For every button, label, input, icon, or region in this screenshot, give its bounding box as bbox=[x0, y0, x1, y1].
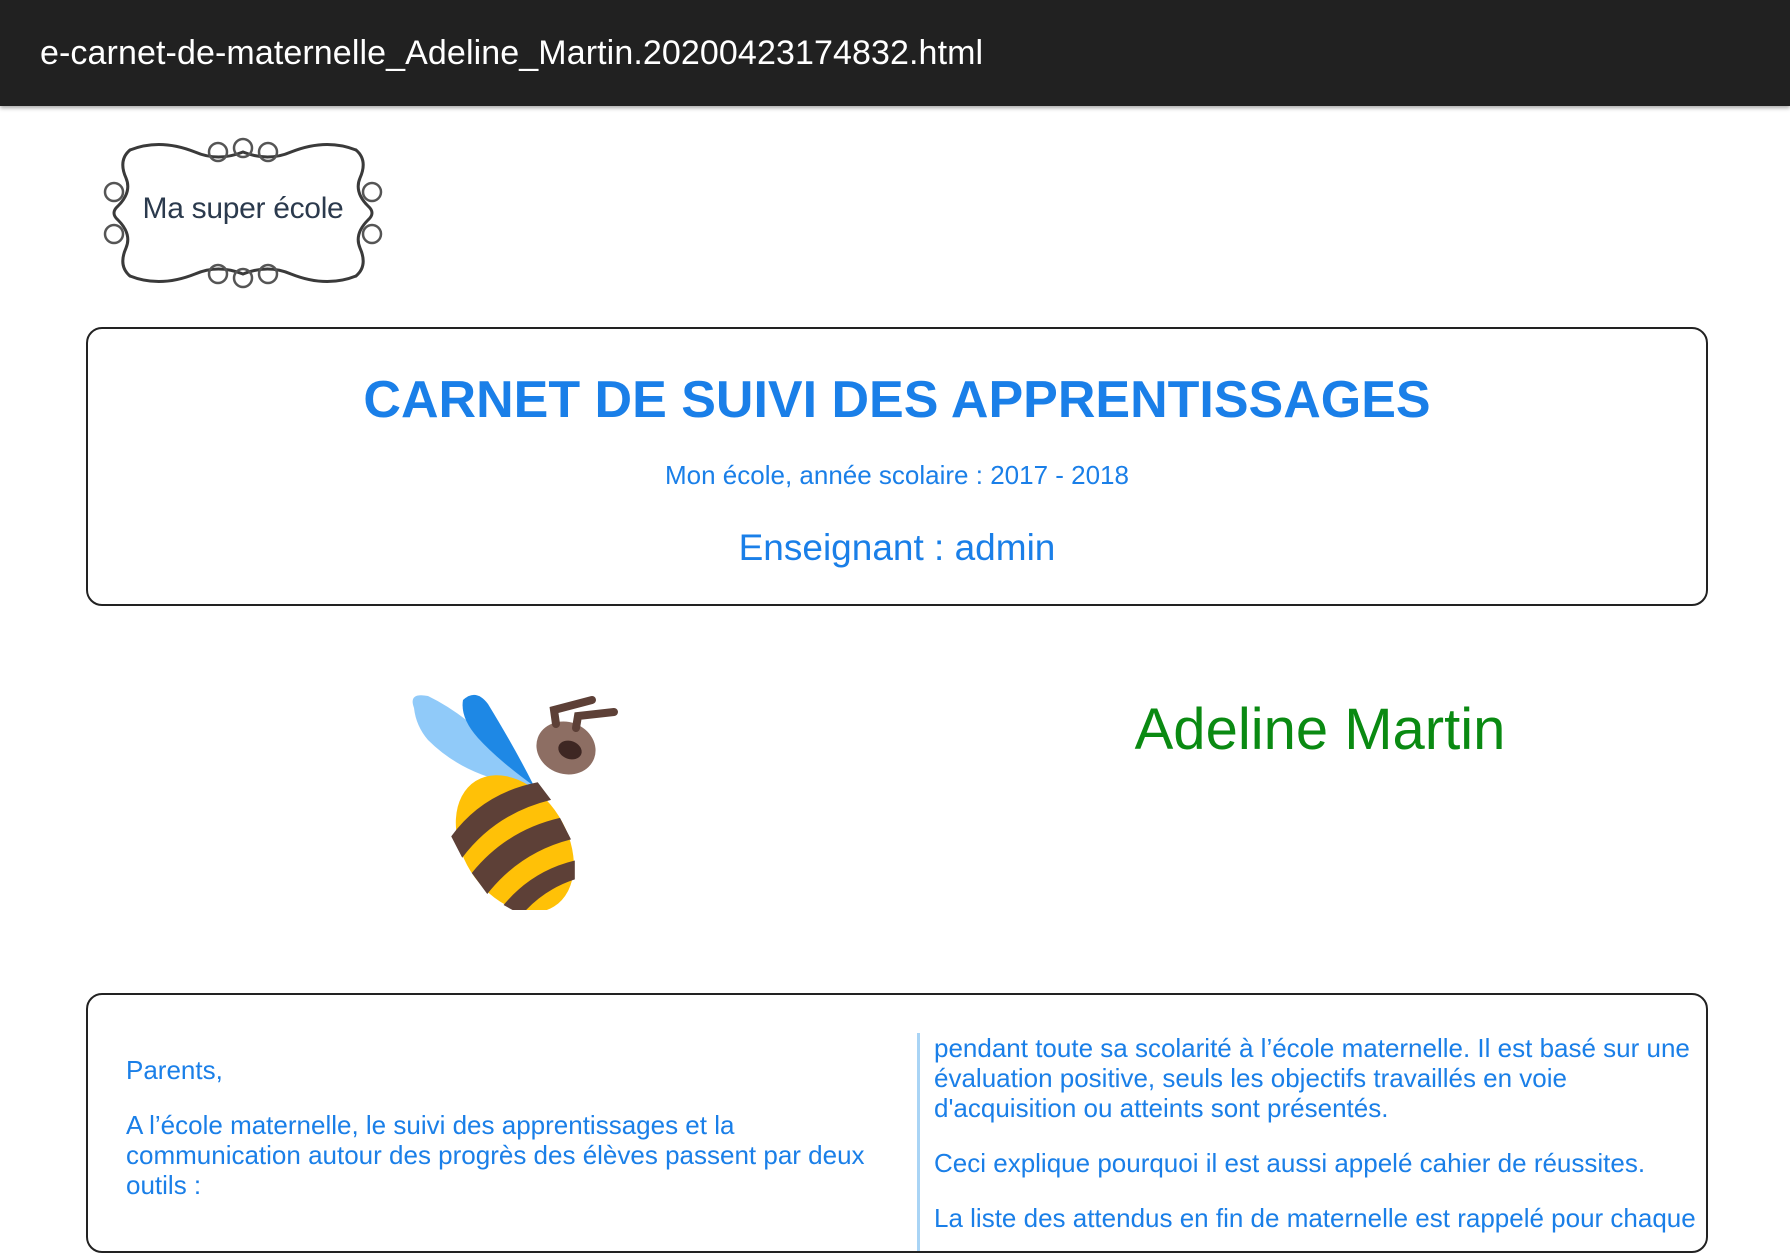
school-logo: Ma super école bbox=[100, 130, 386, 296]
column-divider bbox=[917, 1033, 920, 1251]
intro-left-column: Parents, A l’école maternelle, le suivi … bbox=[126, 1055, 866, 1225]
student-name: Adeline Martin bbox=[1134, 697, 1506, 762]
intro-right-column: pendant toute sa scolarité à l’école mat… bbox=[934, 1033, 1706, 1251]
header-card: CARNET DE SUIVI DES APPRENTISSAGES Mon é… bbox=[86, 327, 1708, 606]
student-avatar bbox=[408, 690, 638, 916]
intro-paragraph: La liste des attendus en fin de maternel… bbox=[934, 1203, 1696, 1233]
teacher-name: Enseignant : admin bbox=[738, 527, 1056, 568]
intro-paragraph: Ceci explique pourquoi il est aussi appe… bbox=[934, 1148, 1646, 1178]
window-title: e-carnet-de-maternelle_Adeline_Martin.20… bbox=[40, 34, 984, 72]
page-title: CARNET DE SUIVI DES APPRENTISSAGES bbox=[363, 371, 1431, 429]
intro-greeting: Parents, bbox=[126, 1055, 223, 1085]
intro-paragraph: pendant toute sa scolarité à l’école mat… bbox=[934, 1033, 1690, 1123]
window-title-bar: e-carnet-de-maternelle_Adeline_Martin.20… bbox=[0, 0, 1790, 106]
school-year: Mon école, année scolaire : 2017 - 2018 bbox=[665, 460, 1129, 490]
bee-icon bbox=[412, 694, 618, 916]
intro-paragraph: A l’école maternelle, le suivi des appre… bbox=[126, 1110, 865, 1200]
school-logo-text: Ma super école bbox=[142, 192, 344, 225]
intro-card: Parents, A l’école maternelle, le suivi … bbox=[86, 993, 1708, 1253]
